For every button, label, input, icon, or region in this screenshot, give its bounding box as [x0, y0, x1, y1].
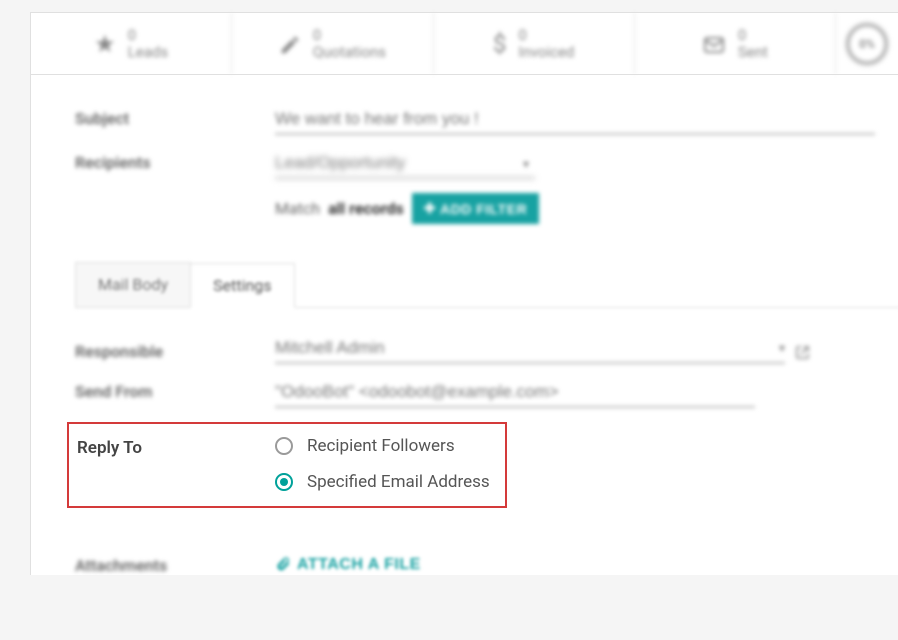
row-send-from: Send From	[75, 378, 898, 408]
reply-radio-followers[interactable]: Recipient Followers	[275, 436, 490, 456]
dollar-icon: $	[493, 30, 507, 58]
tabs: Mail Body Settings	[75, 262, 898, 308]
email-campaign-form: ★ 0 Leads 0 Quotations $ 0 Invoiced	[30, 12, 898, 575]
paperclip-icon	[275, 556, 291, 574]
subject-label: Subject	[75, 105, 275, 128]
row-attachments: Attachments ATTACH A FILE	[75, 552, 898, 575]
match-records-text: all records	[328, 199, 404, 218]
reply-to-highlight: Reply To Recipient Followers Specified E…	[67, 422, 507, 508]
pencil-icon	[279, 30, 301, 58]
stat-invoiced[interactable]: $ 0 Invoiced	[434, 13, 635, 74]
attach-file-button[interactable]: ATTACH A FILE	[275, 556, 421, 574]
reply-to-label: Reply To	[75, 434, 275, 458]
plus-icon: ✚	[424, 200, 436, 217]
stat-leads-count: 0	[128, 27, 168, 44]
envelope-icon	[702, 30, 726, 58]
stat-leads[interactable]: ★ 0 Leads	[31, 13, 232, 74]
stat-sent-label: Sent	[738, 44, 768, 61]
chevron-down-icon: ▾	[779, 341, 785, 355]
attachments-label: Attachments	[75, 552, 275, 575]
tab-mail-body[interactable]: Mail Body	[75, 262, 191, 307]
responsible-input[interactable]	[275, 338, 767, 358]
stat-sent-count: 0	[738, 27, 768, 44]
radio-checked-icon	[275, 473, 293, 491]
external-link-icon[interactable]	[795, 342, 810, 360]
match-text: Match	[275, 199, 320, 218]
recipients-label: Recipients	[75, 149, 275, 172]
subject-input[interactable]	[275, 105, 875, 135]
stat-sent[interactable]: 0 Sent	[635, 13, 836, 74]
row-responsible: Responsible ▾	[75, 338, 898, 364]
reply-followers-label: Recipient Followers	[307, 436, 455, 456]
add-filter-button[interactable]: ✚ ADD FILTER	[412, 193, 539, 224]
stat-bar: ★ 0 Leads 0 Quotations $ 0 Invoiced	[31, 13, 898, 75]
gauge-value: 0%	[846, 23, 888, 65]
send-from-input[interactable]	[275, 378, 755, 408]
star-icon: ★	[94, 30, 116, 58]
tab-settings[interactable]: Settings	[190, 263, 294, 308]
stat-quotations[interactable]: 0 Quotations	[232, 13, 433, 74]
responsible-label: Responsible	[75, 338, 275, 361]
stat-quotations-count: 0	[313, 27, 386, 44]
reply-specified-label: Specified Email Address	[307, 472, 490, 492]
stat-invoiced-label: Invoiced	[518, 44, 574, 61]
stat-quotations-label: Quotations	[313, 44, 386, 61]
stat-invoiced-count: 0	[518, 27, 574, 44]
row-subject: Subject	[75, 105, 898, 135]
stat-leads-label: Leads	[128, 44, 168, 61]
radio-icon	[275, 437, 293, 455]
attach-file-label: ATTACH A FILE	[297, 556, 421, 574]
stat-gauge[interactable]: 0%	[836, 13, 898, 74]
recipients-select[interactable]	[275, 149, 535, 179]
row-recipients: Recipients ▾ Match all records ✚ ADD FIL…	[75, 149, 898, 224]
reply-radio-specified[interactable]: Specified Email Address	[275, 472, 490, 492]
send-from-label: Send From	[75, 378, 275, 401]
add-filter-label: ADD FILTER	[440, 201, 527, 217]
